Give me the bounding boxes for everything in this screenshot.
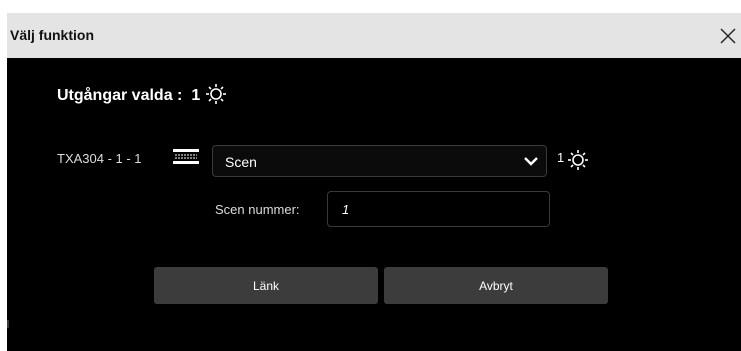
blind-icon: [173, 149, 199, 164]
scroll-tick: [7, 320, 9, 328]
output-count: 1: [557, 150, 590, 172]
dialog-title: Välj funktion: [10, 27, 94, 43]
lamp-icon: [206, 84, 227, 104]
dialog-body: Utgångar valda : 1 TXA304 - 1 - 1 Scen 1…: [7, 58, 741, 351]
output-count-value: 1: [557, 150, 565, 165]
cancel-button[interactable]: Avbryt: [384, 267, 608, 304]
selected-outputs-count: 1: [191, 87, 201, 104]
scene-number-label: Scen nummer:: [215, 202, 300, 217]
title-bar: Välj funktion: [7, 13, 741, 58]
function-select-value: Scen: [225, 154, 257, 170]
function-select[interactable]: Scen: [212, 145, 547, 177]
scene-number-input[interactable]: [327, 191, 550, 227]
select-function-dialog: Välj funktion Utgångar valda : 1 TXA304 …: [0, 0, 741, 351]
chevron-down-icon: [524, 157, 538, 166]
selected-outputs-label: Utgångar valda :: [57, 87, 183, 104]
link-button[interactable]: Länk: [154, 267, 378, 304]
device-label: TXA304 - 1 - 1: [57, 151, 142, 166]
close-icon[interactable]: [715, 23, 741, 49]
selected-outputs-heading: Utgångar valda : 1: [57, 84, 228, 106]
lamp-icon: [568, 150, 589, 170]
